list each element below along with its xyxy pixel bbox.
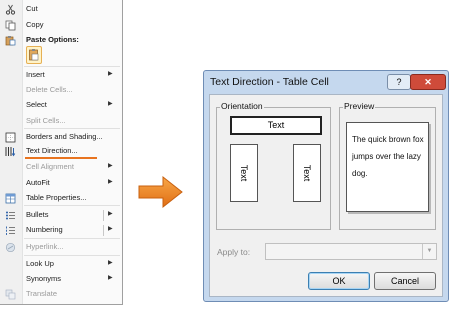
menu-item-label: Bullets (26, 210, 49, 219)
paste-icon (5, 35, 16, 46)
copy-icon (5, 20, 16, 31)
help-button[interactable]: ? (387, 74, 411, 90)
orientation-rotate-up-option[interactable]: Text (293, 144, 321, 202)
menu-item-label: Select (26, 100, 47, 109)
menu-item-label: Look Up (26, 259, 54, 268)
menu-item-label: Text Direction... (26, 146, 78, 155)
menu-item-select[interactable]: Select ▶ (0, 98, 122, 113)
submenu-arrow-icon: ▶ (108, 260, 113, 266)
dialog-body: Orientation Text Text Text Preview The q… (209, 94, 443, 297)
preview-box: The quick brown fox jumps over the lazy … (346, 122, 429, 212)
menu-item-delete-cells[interactable]: Delete Cells... (0, 83, 122, 98)
apply-to-label: Apply to: (217, 247, 251, 257)
cancel-button[interactable]: Cancel (374, 272, 436, 290)
menu-item-label: Synonyms (26, 274, 62, 283)
menu-item-label: Cell Alignment (26, 162, 74, 171)
orientation-option-text: Text (239, 164, 249, 182)
menu-item-autofit[interactable]: AutoFit ▶ (0, 176, 122, 191)
menu-item-label: Numbering (26, 225, 63, 234)
menu-item-label: Translate (26, 289, 57, 298)
submenu-arrow-icon: ▶ (108, 179, 113, 185)
preview-text: The quick brown fox jumps over the lazy … (352, 135, 424, 178)
menu-item-paste-options: Paste Options: (0, 33, 122, 48)
menu-item-label: Paste Options: (26, 35, 79, 44)
preview-group: Preview The quick brown fox jumps over t… (339, 101, 436, 230)
preview-label: Preview (343, 101, 376, 111)
menu-separator (24, 128, 120, 129)
menu-separator (24, 66, 120, 67)
submenu-arrow-icon: ▶ (108, 226, 113, 232)
menu-item-translate[interactable]: Translate (0, 287, 122, 302)
context-menu: Cut Copy Paste Options: Insert ▶ Delete … (0, 0, 123, 305)
menu-item-synonyms[interactable]: Synonyms ▶ (0, 272, 122, 287)
menu-item-label: AutoFit (26, 178, 50, 187)
submenu-arrow-icon: ▶ (108, 101, 113, 107)
scissors-icon (5, 4, 16, 15)
text-direction-icon (5, 146, 16, 157)
menu-item-look-up[interactable]: Look Up ▶ (0, 257, 122, 272)
orientation-label: Orientation (220, 101, 264, 111)
menu-separator (24, 255, 120, 256)
arrow-right-icon (138, 175, 184, 209)
menu-item-label: Table Properties... (26, 193, 87, 202)
close-button[interactable]: ✕ (410, 74, 446, 90)
menu-item-label: Copy (26, 20, 44, 29)
orientation-group: Orientation Text Text Text (216, 101, 331, 230)
menu-item-label: Cut (26, 4, 38, 13)
menu-item-numbering[interactable]: Numbering ▶ (0, 223, 122, 238)
ok-button[interactable]: OK (308, 272, 370, 290)
orientation-option-text: Text (267, 120, 285, 130)
paste-keep-formatting-button[interactable] (26, 46, 42, 64)
menu-item-label: Borders and Shading... (26, 132, 103, 141)
translate-icon (5, 289, 16, 300)
bullets-icon (5, 210, 16, 221)
menu-item-label: Insert (26, 70, 45, 79)
menu-item-label: Delete Cells... (26, 85, 73, 94)
menu-item-label: Hyperlink... (26, 242, 64, 251)
text-direction-dialog: Text Direction - Table Cell ? ✕ Orientat… (203, 70, 449, 302)
menu-item-hyperlink[interactable]: Hyperlink... (0, 240, 122, 255)
menu-item-cell-alignment[interactable]: Cell Alignment ▶ (0, 160, 122, 175)
menu-item-label: Split Cells... (26, 116, 66, 125)
orientation-option-text: Text (302, 164, 312, 182)
menu-item-copy[interactable]: Copy (0, 18, 122, 33)
apply-to-select[interactable]: ▼ (265, 243, 437, 260)
split-button-divider (103, 225, 104, 236)
numbering-icon (5, 225, 16, 236)
submenu-arrow-icon: ▶ (108, 71, 113, 77)
borders-icon (5, 132, 16, 143)
hyperlink-icon (5, 242, 16, 253)
menu-separator (24, 205, 120, 206)
paste-keep-formatting-icon (27, 49, 41, 67)
menu-item-borders-and-shading[interactable]: Borders and Shading... (0, 130, 122, 145)
menu-item-table-properties[interactable]: Table Properties... (0, 191, 122, 206)
highlight-underline (25, 157, 97, 159)
split-button-divider (103, 210, 104, 221)
menu-item-split-cells[interactable]: Split Cells... (0, 114, 122, 129)
orientation-horizontal-option[interactable]: Text (230, 116, 322, 135)
menu-item-insert[interactable]: Insert ▶ (0, 68, 122, 83)
menu-item-bullets[interactable]: Bullets ▶ (0, 208, 122, 223)
menu-item-cut[interactable]: Cut (0, 2, 122, 17)
table-properties-icon (5, 193, 16, 204)
submenu-arrow-icon: ▶ (108, 211, 113, 217)
menu-separator (24, 238, 120, 239)
submenu-arrow-icon: ▶ (108, 275, 113, 281)
submenu-arrow-icon: ▶ (108, 163, 113, 169)
orientation-rotate-down-option[interactable]: Text (230, 144, 258, 202)
chevron-down-icon: ▼ (422, 244, 436, 259)
dialog-title: Text Direction - Table Cell (210, 76, 329, 88)
